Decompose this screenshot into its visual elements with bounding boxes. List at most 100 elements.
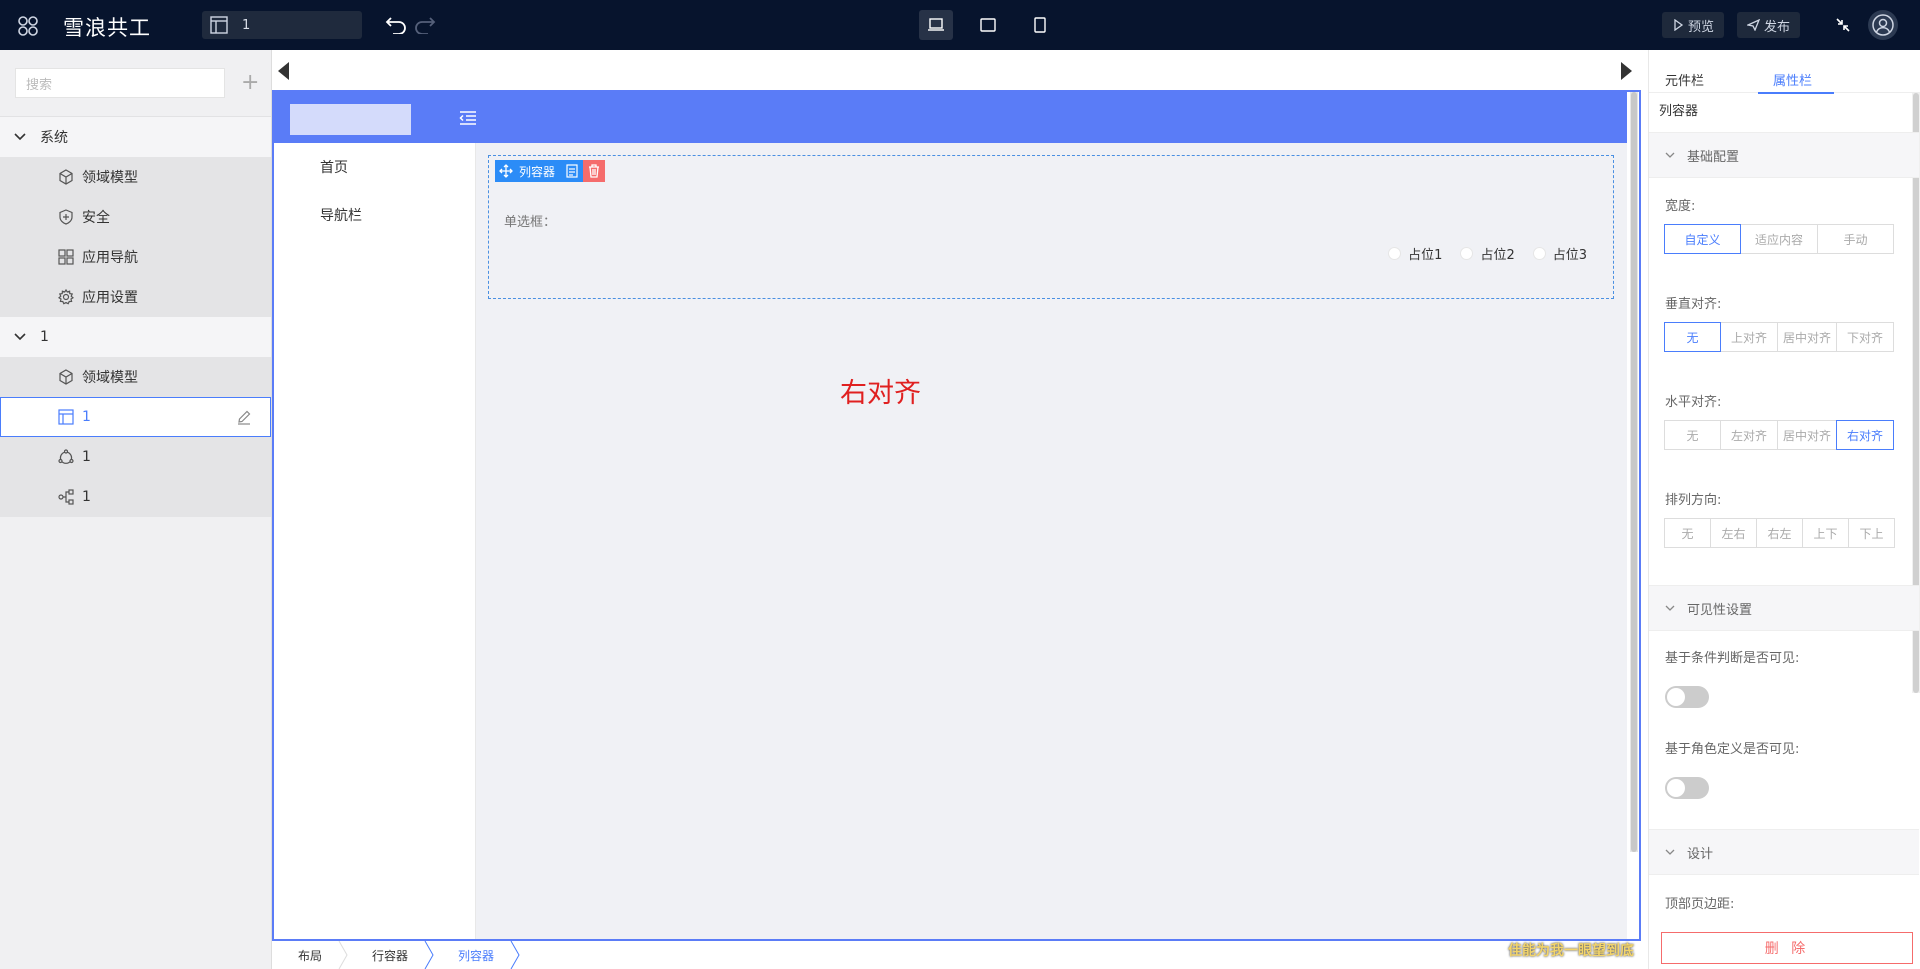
visible-role-toggle[interactable] [1665,777,1709,799]
share-nodes-icon [58,489,74,505]
send-icon [1747,19,1760,31]
breadcrumb-item-column[interactable]: 列容器 [430,941,520,969]
chevron-down-icon [14,333,26,341]
radio-option-label: 占位2 [1480,248,1515,263]
tree-group-system[interactable]: 系统 [0,117,271,157]
user-avatar-icon[interactable] [1868,10,1898,40]
container-toolbar: 列容器 [495,160,606,182]
search-row: 搜索 + [0,50,271,117]
tree-item-label: 1 [82,409,91,425]
preview-button[interactable]: 预览 [1662,12,1725,38]
breadcrumb-item-layout[interactable]: 布局 [272,941,348,969]
tab-properties[interactable]: 属性栏 [1773,70,1812,89]
tree-item-security[interactable]: 安全 [0,197,271,237]
direction-option-none[interactable]: 无 [1664,518,1711,548]
halign-option-none[interactable]: 无 [1664,420,1721,450]
tree-group-1[interactable]: 1 [0,317,271,357]
column-container[interactable]: 列容器 单选框： 占位1 占位2 占位3 [488,155,1614,299]
undo-icon[interactable] [385,14,407,38]
edit-icon[interactable] [236,409,252,429]
visible-condition-toggle[interactable] [1665,686,1709,708]
halign-option-center[interactable]: 居中对齐 [1777,420,1837,450]
direction-option-bt[interactable]: 下上 [1848,518,1895,548]
width-option-fit[interactable]: 适应内容 [1740,224,1818,254]
tablet-view-icon[interactable] [971,10,1005,40]
design-area: 首页 导航栏 列容器 单选框： 占位1 占位2 占位3 右对齐 布局 行容器 列… [272,50,1648,969]
section-title: 设计 [1687,846,1714,862]
halign-option-right[interactable]: 右对齐 [1836,420,1894,450]
page-selector[interactable]: 1 [202,11,362,39]
tree-item-label: 1 [82,489,91,505]
valign-option-top[interactable]: 上对齐 [1720,322,1778,352]
section-design[interactable]: 设计 [1649,829,1919,875]
section-visibility[interactable]: 可见性设置 [1649,585,1919,631]
section-title: 可见性设置 [1687,602,1753,618]
breadcrumb: 布局 行容器 列容器 [272,941,1648,969]
width-option-custom[interactable]: 自定义 [1664,224,1741,254]
grid-icon [58,249,74,265]
collapse-right-icon[interactable] [1621,62,1632,80]
app-header [274,92,1627,143]
radio-option-1[interactable]: 占位1 [1388,244,1442,263]
radio-option-3[interactable]: 占位3 [1532,244,1587,263]
active-tab-indicator [1758,92,1834,94]
width-label: 宽度: [1665,199,1696,214]
delete-button[interactable]: 删 除 [1661,932,1913,964]
horizontal-align-selector: 无 左对齐 居中对齐 右对齐 [1664,420,1894,450]
halign-option-left[interactable]: 左对齐 [1720,420,1778,450]
apps-grid-icon[interactable] [14,12,42,40]
delete-icon[interactable] [583,160,606,182]
valign-option-middle[interactable]: 居中对齐 [1777,322,1837,352]
horizontal-align-label: 水平对齐: [1665,395,1722,410]
publish-button[interactable]: 发布 [1737,12,1801,38]
tree-item-flow-1[interactable]: 1 [0,437,271,477]
collapse-left-icon[interactable] [278,62,289,80]
tree-item-app-settings[interactable]: 应用设置 [0,277,271,317]
tree-item-logic-1[interactable]: 1 [0,477,271,517]
section-basic-config[interactable]: 基础配置 [1649,132,1919,178]
visible-role-label: 基于角色定义是否可见: [1665,742,1800,757]
valign-option-bottom[interactable]: 下对齐 [1836,322,1894,352]
tree-item-app-nav[interactable]: 应用导航 [0,237,271,277]
tab-components[interactable]: 元件栏 [1665,70,1704,89]
direction-option-tb[interactable]: 上下 [1802,518,1849,548]
layout-icon [210,16,228,34]
redo-icon[interactable] [414,14,436,38]
tree-item-page-1[interactable]: 1 [0,397,271,437]
tree-item-label: 应用导航 [82,250,138,266]
tree-group-title: 系统 [40,130,68,146]
direction-option-rl[interactable]: 右左 [1756,518,1803,548]
tree-item-label: 应用设置 [82,290,138,306]
breadcrumb-label: 布局 [298,948,323,963]
cube-icon [59,369,73,385]
canvas-scrollbar[interactable] [1630,92,1638,852]
menu-fold-icon[interactable] [459,111,477,129]
gear-icon [58,289,74,305]
tree-item-domain-model-2[interactable]: 领域模型 [0,357,271,397]
app-title: 雪浪共工 [63,16,151,40]
mobile-view-icon[interactable] [1023,10,1057,40]
page-selector-value: 1 [242,17,251,33]
copy-icon[interactable] [561,160,583,182]
nav-item-navbar[interactable]: 导航栏 [274,191,475,239]
desktop-view-icon[interactable] [919,10,953,40]
direction-option-lr[interactable]: 左右 [1710,518,1757,548]
layout-icon [58,409,74,425]
radio-circle [1460,247,1474,260]
search-input[interactable]: 搜索 [15,68,225,98]
add-icon[interactable]: + [241,72,259,94]
exit-fullscreen-icon[interactable] [1836,18,1850,36]
valign-option-none[interactable]: 无 [1664,322,1721,352]
canvas-toolbar [272,50,1648,90]
radio-circle [1532,247,1546,260]
container-tag-label: 列容器 [519,164,556,179]
page-canvas[interactable]: 首页 导航栏 列容器 单选框： 占位1 占位2 占位3 右对齐 [272,90,1641,941]
chevron-down-icon [1665,849,1675,855]
move-icon[interactable] [495,160,517,182]
width-option-manual[interactable]: 手动 [1817,224,1894,254]
radio-option-2[interactable]: 占位2 [1460,244,1515,263]
nav-item-home[interactable]: 首页 [274,143,475,191]
tree-item-domain-model[interactable]: 领域模型 [0,157,271,197]
breadcrumb-item-row[interactable]: 行容器 [344,941,434,969]
chevron-down-icon [1665,605,1675,611]
